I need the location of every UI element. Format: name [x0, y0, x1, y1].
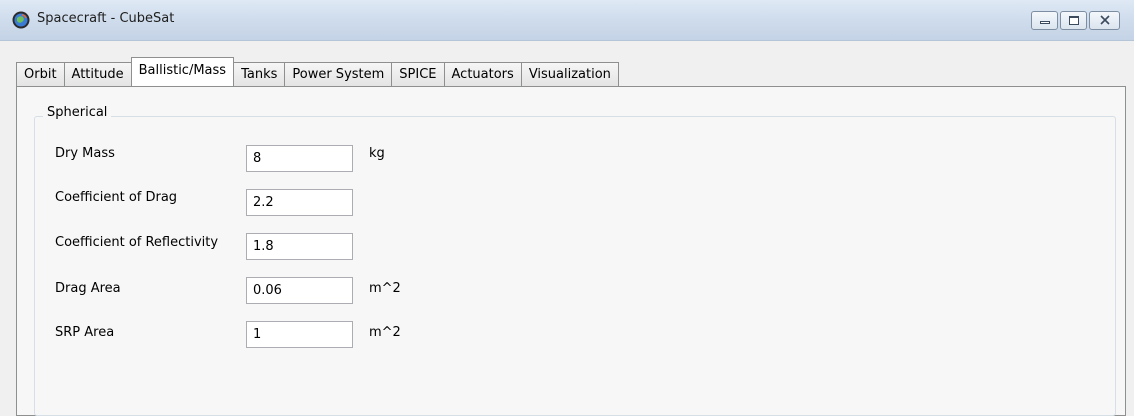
tab-visualization[interactable]: Visualization — [520, 62, 619, 86]
restore-icon — [1069, 16, 1079, 25]
drag-area-field[interactable]: 0.06 — [246, 277, 353, 304]
tab-ballistic-mass[interactable]: Ballistic/Mass — [130, 57, 235, 86]
spacecraft-window: Spacecraft - CubeSat Orbit Attitude Ball… — [0, 0, 1134, 416]
coefficient-of-drag-label: Coefficient of Drag — [55, 190, 178, 205]
tab-strip: Orbit Attitude Ballistic/Mass Tanks Powe… — [16, 57, 619, 86]
close-button[interactable] — [1089, 11, 1120, 30]
minimize-icon — [1040, 21, 1050, 24]
drag-area-label: Drag Area — [55, 281, 121, 296]
tab-tanks[interactable]: Tanks — [233, 62, 286, 86]
window-title: Spacecraft - CubeSat — [37, 11, 175, 26]
tab-spice[interactable]: SPICE — [391, 62, 445, 86]
maximize-button[interactable] — [1060, 11, 1087, 30]
dry-mass-label: Dry Mass — [55, 146, 115, 161]
coefficient-of-drag-field[interactable]: 2.2 — [246, 189, 353, 216]
tab-actuators[interactable]: Actuators — [443, 62, 522, 86]
srp-area-unit: m^2 — [369, 325, 401, 340]
coefficient-of-reflectivity-field[interactable]: 1.8 — [246, 233, 353, 260]
tab-orbit[interactable]: Orbit — [16, 62, 65, 86]
tab-attitude[interactable]: Attitude — [63, 62, 132, 86]
dry-mass-field[interactable]: 8 — [246, 145, 353, 172]
srp-area-label: SRP Area — [55, 325, 115, 340]
minimize-button[interactable] — [1031, 11, 1058, 30]
groupbox-title: Spherical — [43, 105, 112, 120]
srp-area-field[interactable]: 1 — [246, 321, 353, 348]
tab-power-system[interactable]: Power System — [284, 62, 393, 86]
coefficient-of-reflectivity-label: Coefficient of Reflectivity — [55, 235, 219, 250]
dry-mass-unit: kg — [369, 146, 385, 161]
spherical-groupbox — [34, 116, 1116, 416]
window-controls — [1031, 11, 1120, 30]
title-bar[interactable]: Spacecraft - CubeSat — [0, 0, 1134, 41]
close-icon — [1100, 15, 1110, 25]
drag-area-unit: m^2 — [369, 281, 401, 296]
app-globe-icon — [12, 11, 30, 29]
